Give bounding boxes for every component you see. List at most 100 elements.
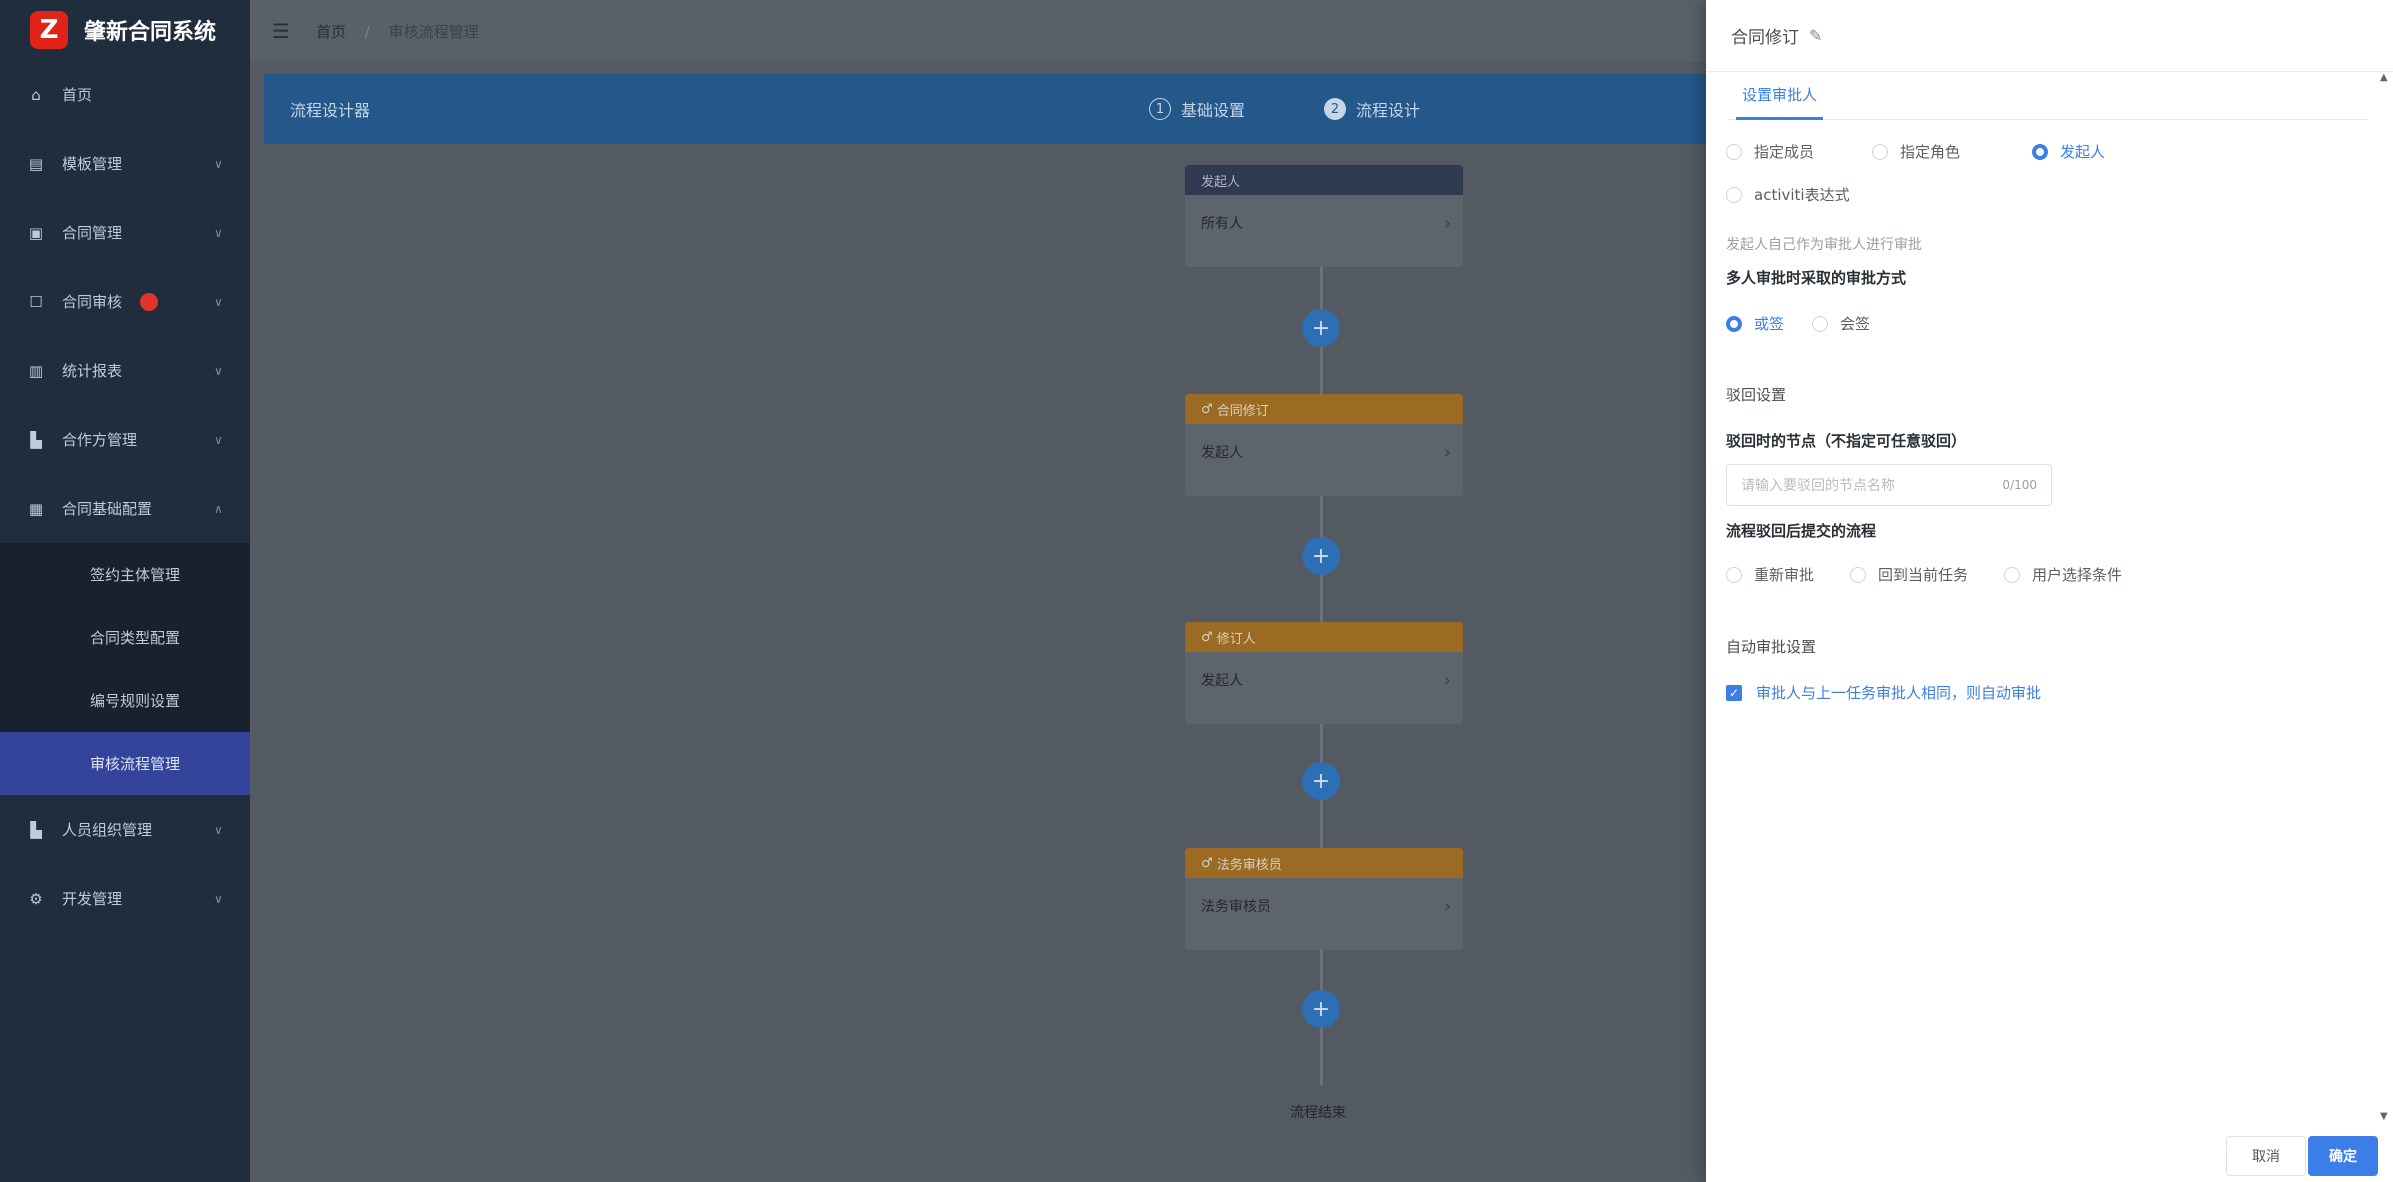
resubmit-flow-group: 重新审批 回到当前任务 用户选择条件 bbox=[1726, 564, 2170, 585]
designer-title: 流程设计器 bbox=[290, 101, 371, 120]
home-icon: ⌂ bbox=[31, 85, 41, 104]
add-node-button[interactable]: + bbox=[1302, 990, 1340, 1028]
radio-circle bbox=[1850, 566, 1867, 583]
radio-or-sign[interactable]: 或签 bbox=[1726, 313, 1784, 334]
flow-designer-header: 流程设计器 1 基础设置 2 流程设计 bbox=[264, 74, 1706, 144]
node-assignee: 发起人 bbox=[1201, 673, 1243, 689]
config-icon: ▦ bbox=[28, 499, 44, 518]
user-icon: ♂ bbox=[1201, 629, 1217, 645]
flow-node-revision[interactable]: ♂ 合同修订 发起人 › bbox=[1185, 394, 1463, 496]
sidebar-item-contracts[interactable]: ▣ 合同管理 ∨ bbox=[0, 198, 250, 267]
node-assignee: 法务审核员 bbox=[1201, 899, 1271, 915]
assignee-hint: 发起人自己作为审批人进行审批 bbox=[1726, 237, 1922, 253]
assignee-type-group: 指定成员 指定角色 发起人 bbox=[1726, 141, 2153, 162]
add-node-button[interactable]: + bbox=[1302, 762, 1340, 800]
radio-back-to-current[interactable]: 回到当前任务 bbox=[1850, 564, 1968, 585]
sidebar-item-review[interactable]: ☐ 合同审核 ∨ bbox=[0, 267, 250, 336]
radio-countersign[interactable]: 会签 bbox=[1812, 313, 1870, 334]
node-title: ♂ 修订人 bbox=[1185, 622, 1463, 652]
app-title: 肇新合同系统 bbox=[84, 20, 217, 45]
reject-node-input[interactable]: 请输入要驳回的节点名称 0/100 bbox=[1726, 464, 2052, 506]
tab-set-approver[interactable]: 设置审批人 bbox=[1736, 84, 1824, 120]
flow-node-legal-review[interactable]: ♂ 法务审核员 法务审核员 › bbox=[1185, 848, 1463, 950]
chevron-down-icon: ∨ bbox=[214, 432, 223, 447]
sidebar-item-reports[interactable]: ▥ 统计报表 ∨ bbox=[0, 336, 250, 405]
resubmit-flow-label: 流程驳回后提交的流程 bbox=[1726, 522, 1877, 540]
flow-canvas bbox=[264, 144, 1706, 1182]
breadcrumb-home[interactable]: 首页 bbox=[316, 23, 346, 41]
step-label: 流程设计 bbox=[1356, 101, 1421, 120]
partner-icon: ▙ bbox=[30, 430, 42, 449]
radio-activiti-expression[interactable]: activiti表达式 bbox=[1726, 184, 1850, 205]
sidebar-subitem-contract-types[interactable]: 合同类型配置 bbox=[0, 606, 250, 669]
app-root: Z 肇新合同系统 ⌂ 首页 ▤ 模板管理 ∨ ▣ 合同管理 ∨ ☐ 合同审核 ∨… bbox=[0, 0, 2393, 1182]
node-title-text: 合同修订 bbox=[1216, 403, 1269, 419]
flow-node-reviser[interactable]: ♂ 修订人 发起人 › bbox=[1185, 622, 1463, 724]
step-basic-settings[interactable]: 1 基础设置 bbox=[1149, 97, 1245, 121]
chevron-down-icon: ∨ bbox=[214, 891, 223, 906]
sidebar-subitem-review-flow[interactable]: 审核流程管理 bbox=[0, 732, 250, 795]
radio-circle bbox=[2032, 143, 2049, 160]
confirm-button[interactable]: 确定 bbox=[2308, 1136, 2378, 1176]
flow-node-initiator[interactable]: 发起人 所有人 › bbox=[1185, 165, 1463, 267]
radio-specified-member[interactable]: 指定成员 bbox=[1726, 141, 1814, 162]
scroll-up-icon[interactable]: ▲ bbox=[2380, 72, 2388, 83]
radio-label: 重新审批 bbox=[1754, 566, 1815, 584]
logo-icon: Z bbox=[30, 11, 68, 49]
radio-specified-role[interactable]: 指定角色 bbox=[1872, 141, 1960, 162]
radio-reapprove[interactable]: 重新审批 bbox=[1726, 564, 1814, 585]
sidebar-item-label: 合同基础配置 bbox=[62, 500, 153, 518]
sidebar-item-label: 人员组织管理 bbox=[62, 821, 153, 839]
sidebar-item-dev[interactable]: ⚙ 开发管理 ∨ bbox=[0, 864, 250, 933]
chevron-down-icon: ∨ bbox=[214, 363, 223, 378]
sidebar-item-partners[interactable]: ▙ 合作方管理 ∨ bbox=[0, 405, 250, 474]
radio-label: activiti表达式 bbox=[1754, 186, 1850, 204]
sidebar-item-base-config[interactable]: ▦ 合同基础配置 ∧ bbox=[0, 474, 250, 543]
user-icon: ♂ bbox=[1201, 401, 1217, 417]
chevron-right-icon: › bbox=[1443, 896, 1451, 917]
step-flow-design[interactable]: 2 流程设计 bbox=[1324, 97, 1420, 121]
sidebar-item-home[interactable]: ⌂ 首页 bbox=[0, 60, 250, 129]
radio-user-choice[interactable]: 用户选择条件 bbox=[2004, 564, 2122, 585]
breadcrumb-current: 审核流程管理 bbox=[388, 22, 479, 41]
scroll-down-icon[interactable]: ▼ bbox=[2380, 1111, 2388, 1122]
node-title: 发起人 bbox=[1185, 165, 1463, 195]
auto-approve-checkbox[interactable]: ✓ 审批人与上一任务审批人相同，则自动审批 bbox=[1726, 682, 2041, 703]
sidebar-item-org[interactable]: ▙ 人员组织管理 ∨ bbox=[0, 795, 250, 864]
chevron-right-icon: › bbox=[1443, 213, 1451, 234]
menu-toggle-icon[interactable]: ☰ bbox=[272, 19, 290, 43]
radio-circle bbox=[1726, 143, 1742, 160]
chevron-right-icon: › bbox=[1443, 442, 1451, 463]
chevron-up-icon: ∧ bbox=[214, 501, 223, 516]
radio-label: 用户选择条件 bbox=[2032, 566, 2123, 584]
app-logo[interactable]: Z 肇新合同系统 bbox=[0, 0, 250, 60]
cancel-button[interactable]: 取消 bbox=[2226, 1136, 2306, 1176]
drawer-header: 合同修订 ✎ bbox=[1706, 0, 2393, 72]
user-icon: ♂ bbox=[1201, 855, 1217, 871]
chevron-down-icon: ∨ bbox=[214, 294, 223, 309]
drawer-scrollbar[interactable]: ▲ ▼ bbox=[2378, 72, 2392, 1122]
template-icon: ▤ bbox=[28, 154, 44, 173]
node-title-text: 法务审核员 bbox=[1216, 857, 1282, 873]
org-icon: ▙ bbox=[30, 820, 42, 839]
sidebar-subitem-signing-entity[interactable]: 签约主体管理 bbox=[0, 543, 250, 606]
add-node-button[interactable]: + bbox=[1302, 309, 1340, 347]
node-assignee: 发起人 bbox=[1201, 445, 1243, 461]
sidebar-item-label: 合同管理 bbox=[62, 224, 123, 242]
edit-icon[interactable]: ✎ bbox=[1809, 26, 1822, 45]
notification-badge bbox=[140, 292, 159, 311]
step-label: 基础设置 bbox=[1181, 101, 1246, 120]
sidebar-item-label: 模板管理 bbox=[62, 155, 123, 173]
flow-end-label: 流程结束 bbox=[1290, 1105, 1346, 1121]
sidebar-item-templates[interactable]: ▤ 模板管理 ∨ bbox=[0, 129, 250, 198]
radio-label: 发起人 bbox=[2060, 143, 2106, 161]
sidebar-submenu: 签约主体管理 合同类型配置 编号规则设置 审核流程管理 bbox=[0, 543, 250, 795]
checkbox-label: 审批人与上一任务审批人相同，则自动审批 bbox=[1756, 684, 2042, 702]
radio-initiator[interactable]: 发起人 bbox=[2032, 141, 2105, 162]
radio-circle bbox=[1726, 186, 1742, 203]
radio-circle bbox=[1726, 315, 1742, 332]
node-title-text: 修订人 bbox=[1216, 631, 1256, 647]
add-node-button[interactable]: + bbox=[1302, 537, 1340, 575]
sidebar-subitem-number-rules[interactable]: 编号规则设置 bbox=[0, 669, 250, 732]
radio-label: 指定角色 bbox=[1900, 143, 1961, 161]
